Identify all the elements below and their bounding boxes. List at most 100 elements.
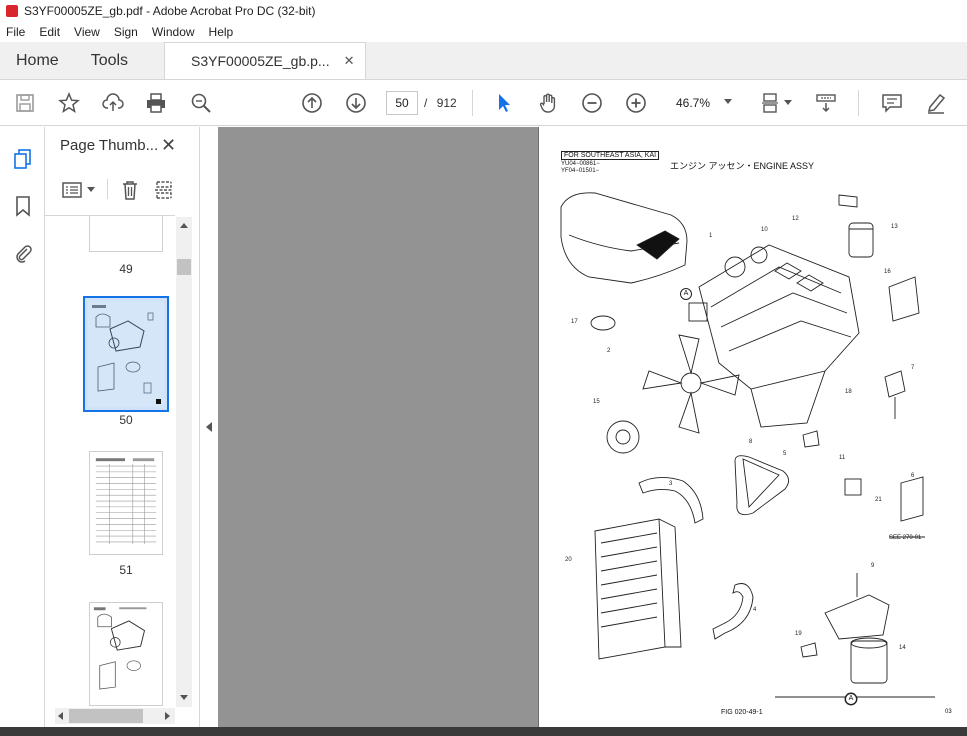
callout-6: 6 bbox=[911, 473, 915, 479]
scroll-down-icon[interactable] bbox=[180, 695, 188, 700]
close-tab-icon[interactable]: ✕ bbox=[344, 53, 355, 69]
select-cursor-icon[interactable] bbox=[491, 90, 517, 116]
upload-cloud-icon[interactable] bbox=[100, 90, 126, 116]
callout-9: 9 bbox=[871, 563, 875, 569]
callout-3: 3 bbox=[669, 481, 673, 487]
close-panel-icon[interactable]: ✕ bbox=[161, 135, 176, 156]
thumbnail-page-49[interactable] bbox=[89, 216, 163, 252]
scroll-up-icon[interactable] bbox=[180, 223, 188, 228]
extract-pages-icon[interactable] bbox=[151, 177, 177, 203]
total-pages: 912 bbox=[436, 96, 457, 110]
tab-home[interactable]: Home bbox=[0, 42, 75, 79]
thumbnail-label: 49 bbox=[119, 262, 133, 276]
page-thumbnails-icon[interactable] bbox=[11, 147, 35, 171]
pdf-page[interactable]: FOR SOUTHEAST ASIA, KAI YU04−00861− YF04… bbox=[538, 127, 967, 727]
callout-16: 16 bbox=[884, 269, 891, 275]
chevron-down-icon bbox=[724, 99, 732, 104]
hand-tool-icon[interactable] bbox=[535, 90, 561, 116]
callout-12: 12 bbox=[792, 216, 799, 222]
page-code: 03 bbox=[945, 709, 952, 715]
zoom-out-icon[interactable] bbox=[579, 90, 605, 116]
panel-title: Page Thumb... bbox=[60, 137, 159, 154]
acrobat-app-icon bbox=[6, 5, 18, 17]
delete-page-icon[interactable] bbox=[117, 177, 143, 203]
thumbnail-page-51[interactable] bbox=[89, 451, 163, 555]
tab-document[interactable]: S3YF00005ZE_gb.p... ✕ bbox=[164, 42, 366, 79]
thumbnail-50-preview bbox=[88, 301, 164, 407]
see-reference: SEE 270-01 bbox=[889, 535, 922, 541]
menu-edit[interactable]: Edit bbox=[39, 25, 60, 39]
scroll-right-icon[interactable] bbox=[165, 712, 170, 720]
highlight-pen-icon[interactable] bbox=[923, 90, 949, 116]
thumbnail-label: 51 bbox=[119, 563, 133, 577]
scroll-left-icon[interactable] bbox=[58, 712, 63, 720]
page-fit-icon[interactable] bbox=[758, 90, 784, 116]
bookmarks-icon[interactable] bbox=[11, 194, 35, 218]
thumbnail-vertical-scrollbar[interactable] bbox=[176, 217, 192, 707]
chevron-left-icon bbox=[205, 422, 212, 432]
tab-tools[interactable]: Tools bbox=[75, 42, 144, 79]
save-icon[interactable] bbox=[12, 90, 38, 116]
thumbnail-horizontal-scrollbar[interactable] bbox=[55, 708, 175, 724]
callout-8: 8 bbox=[749, 439, 753, 445]
callout-21: 21 bbox=[875, 497, 882, 503]
page-separator: / bbox=[424, 96, 428, 110]
comment-icon[interactable] bbox=[879, 90, 905, 116]
attachments-icon[interactable] bbox=[11, 241, 35, 265]
thumbnail-options-icon[interactable] bbox=[59, 177, 85, 203]
menu-bar: File Edit View Sign Window Help bbox=[0, 22, 967, 42]
toolbar-divider bbox=[858, 90, 859, 116]
thumbnail-51-preview bbox=[95, 458, 157, 544]
star-bookmark-icon[interactable] bbox=[56, 90, 82, 116]
menu-file[interactable]: File bbox=[6, 25, 25, 39]
collapse-panel-handle[interactable] bbox=[199, 127, 217, 727]
main-toolbar: 50 / 912 46.7% bbox=[0, 80, 967, 126]
thumbnail-label: 50 bbox=[119, 413, 133, 427]
menu-help[interactable]: Help bbox=[209, 25, 234, 39]
status-strip bbox=[0, 727, 967, 736]
thumbnail-52-preview bbox=[93, 607, 147, 690]
engine-assembly-drawing bbox=[560, 192, 935, 706]
scrolling-mode-icon[interactable] bbox=[813, 90, 839, 116]
callout-13: 13 bbox=[891, 224, 898, 230]
callout-19: 19 bbox=[795, 631, 802, 637]
callout-15: 15 bbox=[593, 399, 600, 405]
toolbar-divider bbox=[472, 90, 473, 116]
callout-20: 20 bbox=[565, 557, 572, 563]
title-bar: S3YF00005ZE_gb.pdf - Adobe Acrobat Pro D… bbox=[0, 0, 967, 22]
options-dropdown-icon[interactable] bbox=[87, 187, 95, 192]
page-fit-dropdown-icon[interactable] bbox=[784, 100, 792, 105]
zoom-level-value: 46.7% bbox=[676, 96, 711, 110]
callout-a-bottom: A bbox=[845, 693, 857, 705]
panel-divider bbox=[107, 179, 108, 199]
page-count-label: / 912 bbox=[424, 96, 457, 110]
zoom-in-icon[interactable] bbox=[623, 90, 649, 116]
callout-11: 11 bbox=[839, 455, 846, 461]
callout-5: 5 bbox=[783, 451, 787, 457]
next-page-icon[interactable] bbox=[343, 90, 369, 116]
zoom-level-select[interactable]: 46.7% bbox=[670, 91, 740, 115]
horizontal-scrollbar-thumb[interactable] bbox=[69, 709, 143, 723]
thumbnail-page-50[interactable] bbox=[83, 296, 169, 412]
thumbnail-list: 49 50 51 bbox=[45, 215, 175, 710]
thumbnail-page-52[interactable] bbox=[89, 602, 163, 706]
menu-window[interactable]: Window bbox=[152, 25, 195, 39]
callout-10: 10 bbox=[761, 227, 768, 233]
callout-18: 18 bbox=[845, 389, 852, 395]
tab-document-label: S3YF00005ZE_gb.p... bbox=[191, 53, 330, 69]
previous-page-icon[interactable] bbox=[299, 90, 325, 116]
menu-view[interactable]: View bbox=[74, 25, 100, 39]
zoom-search-icon[interactable] bbox=[188, 90, 214, 116]
callout-14: 14 bbox=[899, 645, 906, 651]
figure-number: FIG 020-49-1 bbox=[721, 709, 763, 716]
callout-4: 4 bbox=[753, 607, 757, 613]
callout-1: 1 bbox=[709, 233, 713, 239]
menu-sign[interactable]: Sign bbox=[114, 25, 138, 39]
page-number-input[interactable]: 50 bbox=[386, 91, 418, 115]
panel-toolbar bbox=[55, 177, 189, 203]
print-icon[interactable] bbox=[143, 90, 169, 116]
tab-bar: Home Tools S3YF00005ZE_gb.p... ✕ bbox=[0, 42, 967, 80]
callout-7: 7 bbox=[911, 365, 915, 371]
scrollbar-thumb[interactable] bbox=[177, 259, 191, 275]
callout-2: 2 bbox=[607, 348, 611, 354]
